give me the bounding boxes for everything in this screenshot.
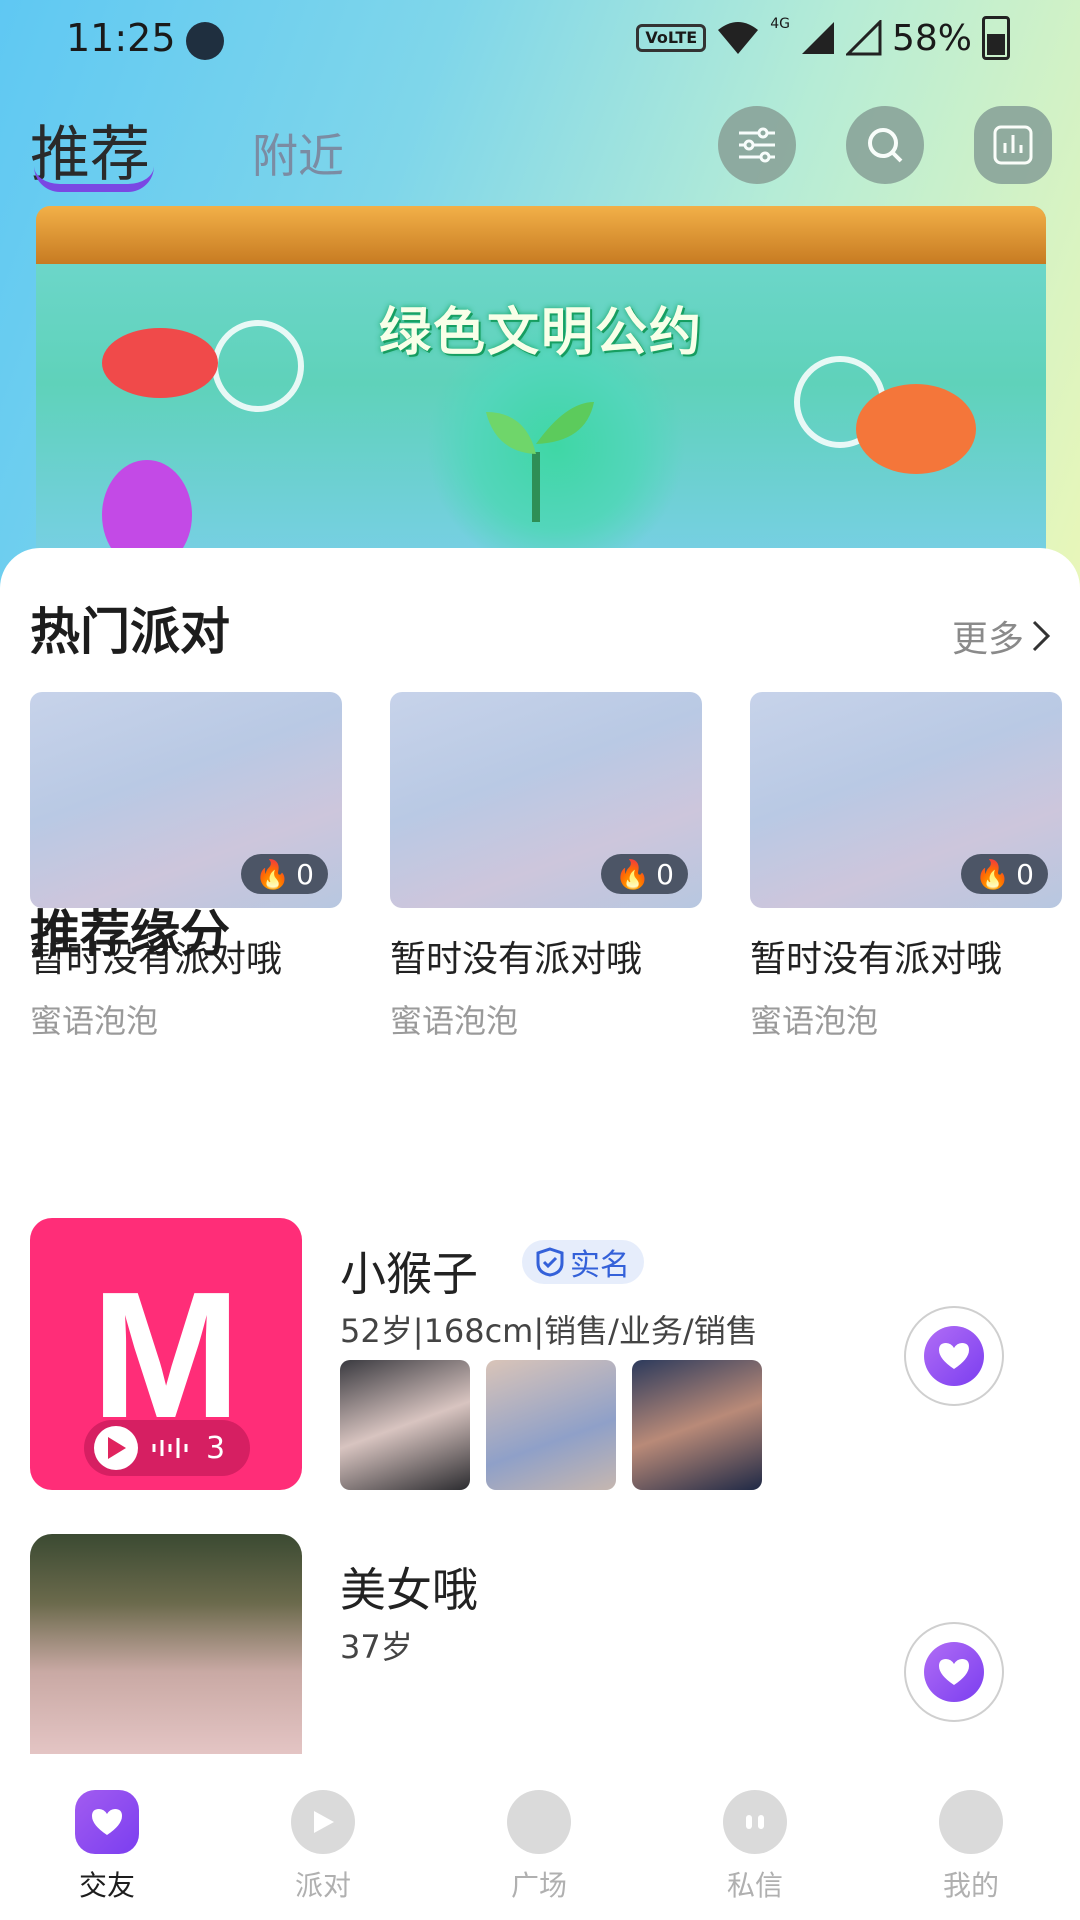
tab-nearby[interactable]: 附近 — [252, 120, 344, 186]
heat-badge: 🔥 0 — [961, 854, 1048, 894]
tab-label: 交友 — [78, 1869, 135, 1902]
tab-active-indicator — [34, 166, 154, 192]
verified-badge: 实名 — [522, 1240, 644, 1284]
user-info: 37岁 — [340, 1628, 413, 1666]
party-card[interactable]: 🔥 0 暂时没有派对哦 蜜语泡泡 — [750, 692, 1062, 1042]
rocket-icon — [102, 460, 192, 562]
like-button[interactable] — [904, 1622, 1004, 1722]
network-type: 4G — [770, 16, 790, 32]
planet-icon — [507, 1790, 571, 1854]
waveform-icon — [152, 1438, 188, 1458]
user-card[interactable]: M 3 小猴子 实名 52岁|168cm|销售/业务/销售 — [30, 1218, 1050, 1490]
tab-party[interactable]: 派对 — [258, 1790, 388, 1904]
party-name: 暂时没有派对哦 — [390, 939, 643, 980]
user-photos — [340, 1360, 762, 1490]
recommend-title: 推荐缘分 — [30, 905, 230, 963]
party-thumbnail: 🔥 0 — [390, 692, 702, 908]
battery-percent: 58% — [891, 17, 972, 59]
shield-check-icon — [536, 1247, 564, 1277]
tab-plaza[interactable]: 广场 — [474, 1790, 604, 1904]
like-button[interactable] — [904, 1306, 1004, 1406]
tab-messages[interactable]: 私信 — [690, 1790, 820, 1904]
user-photo[interactable] — [486, 1360, 616, 1490]
status-bar: 11:25 VoLTE 4G 58% — [0, 0, 1080, 80]
tab-label: 派对 — [294, 1869, 351, 1902]
ranking-button[interactable] — [974, 106, 1052, 184]
search-icon — [868, 128, 903, 163]
profile-icon — [939, 1790, 1003, 1854]
status-icons: VoLTE 4G 58% — [636, 16, 1010, 60]
sliders-icon — [739, 127, 775, 163]
status-time: 11:25 — [66, 16, 176, 60]
battery-icon — [982, 16, 1010, 60]
heat-count: 0 — [296, 857, 314, 891]
user-photo[interactable] — [632, 1360, 762, 1490]
fire-icon: 🔥 — [615, 857, 651, 891]
banner-title: 绿色文明公约 — [378, 303, 703, 363]
heart-icon — [939, 1659, 969, 1685]
heart-icon — [75, 1790, 139, 1854]
user-name: 小猴子 — [340, 1247, 478, 1301]
party-card[interactable]: 🔥 0 暂时没有派对哦 蜜语泡泡 — [390, 692, 702, 1042]
party-subtitle: 蜜语泡泡 — [390, 1002, 519, 1040]
play-icon — [291, 1790, 355, 1854]
party-subtitle: 蜜语泡泡 — [30, 1002, 159, 1040]
user-info: 52岁|168cm|销售/业务/销售 — [340, 1312, 758, 1350]
bar-chart-icon — [993, 125, 1033, 165]
verified-label: 实名 — [570, 1248, 630, 1283]
voice-intro-button[interactable]: 3 — [84, 1420, 250, 1476]
filter-button[interactable] — [718, 106, 796, 184]
avatar[interactable]: M 3 — [30, 1218, 302, 1490]
more-link[interactable]: 更多 — [952, 610, 1052, 662]
volte-icon: VoLTE — [636, 24, 707, 52]
voice-count: 3 — [206, 1430, 226, 1466]
rocket-icon — [856, 384, 976, 474]
party-subtitle: 蜜语泡泡 — [750, 1002, 879, 1040]
party-thumbnail: 🔥 0 — [30, 692, 342, 908]
hot-party-title: 热门派对 — [30, 603, 230, 661]
banner-rail — [36, 206, 1046, 264]
heat-badge: 🔥 0 — [601, 854, 688, 894]
user-card[interactable]: 美女哦 37岁 — [30, 1534, 1050, 1764]
bottom-nav: 交友 派对 广场 私信 我的 — [0, 1754, 1080, 1920]
more-label: 更多 — [951, 619, 1024, 660]
tab-label: 广场 — [510, 1869, 567, 1902]
fire-icon: 🔥 — [975, 857, 1011, 891]
banner[interactable]: 绿色文明公约 — [36, 206, 1046, 562]
party-card[interactable]: 🔥 0 暂时没有派对哦 蜜语泡泡 — [30, 692, 342, 1042]
tab-label: 我的 — [942, 1869, 999, 1902]
heat-count: 0 — [1016, 857, 1034, 891]
party-name: 暂时没有派对哦 — [750, 939, 1003, 980]
tab-friends[interactable]: 交友 — [42, 1790, 172, 1904]
signal-off-icon — [845, 20, 882, 56]
user-name: 美女哦 — [340, 1563, 478, 1617]
tab-label: 私信 — [726, 1869, 783, 1902]
avatar[interactable] — [30, 1534, 302, 1764]
tab-profile[interactable]: 我的 — [906, 1790, 1036, 1904]
fire-icon: 🔥 — [255, 857, 291, 891]
signal-icon — [801, 22, 834, 54]
party-thumbnail: 🔥 0 — [750, 692, 1062, 908]
content-card: 热门派对 更多 🔥 0 暂时没有派对哦 蜜语泡泡 🔥 0 暂时没有派对哦 蜜语泡泡 … — [0, 548, 1080, 1768]
chat-icon — [723, 1790, 787, 1854]
moon-icon — [186, 22, 224, 60]
wifi-icon — [718, 22, 759, 54]
sprout-icon — [486, 402, 594, 522]
heart-icon — [939, 1343, 969, 1369]
play-icon — [94, 1426, 138, 1470]
heat-badge: 🔥 0 — [241, 854, 328, 894]
search-button[interactable] — [846, 106, 924, 184]
user-photo[interactable] — [340, 1360, 470, 1490]
chevron-right-icon — [1032, 620, 1051, 652]
heat-count: 0 — [656, 857, 674, 891]
